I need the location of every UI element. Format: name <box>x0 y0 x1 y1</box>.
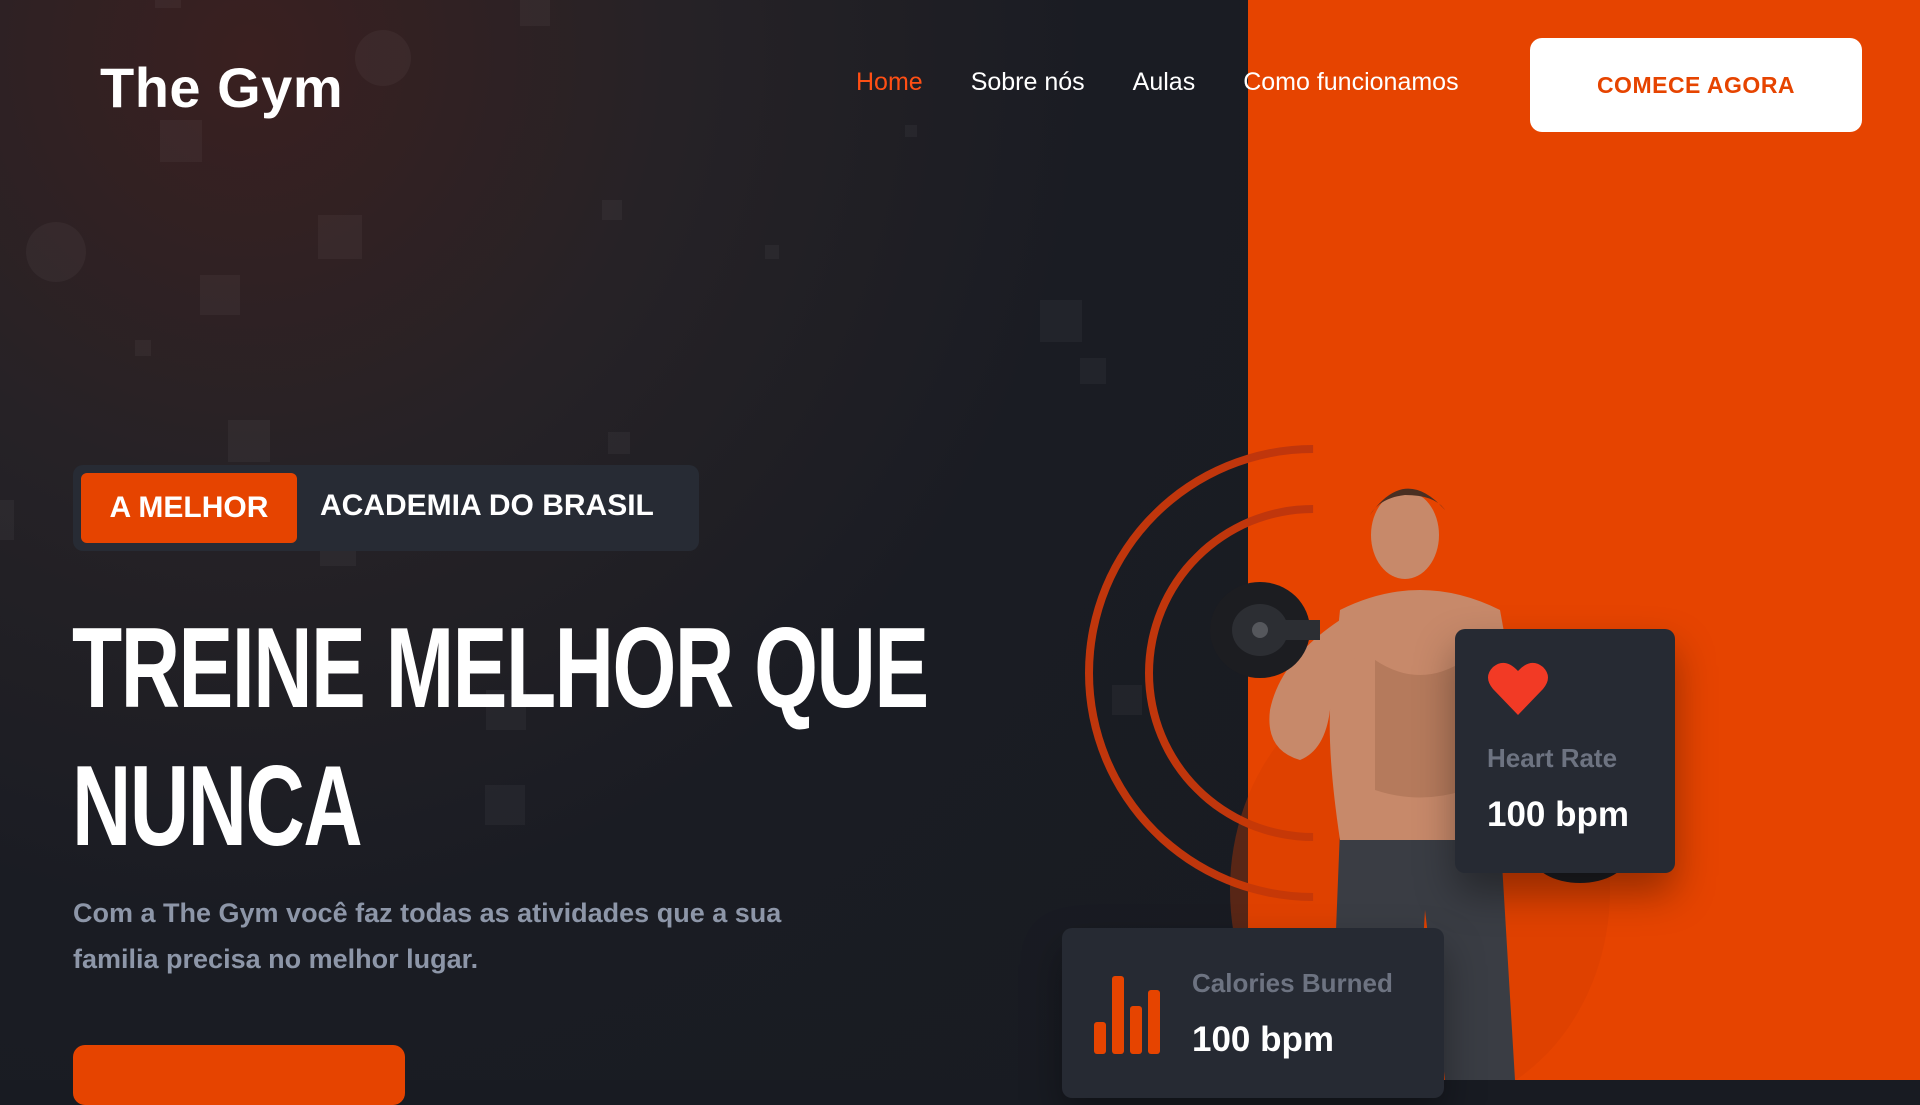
calories-card: Calories Burned 100 bpm <box>1062 928 1444 1098</box>
tagline-badge: A MELHOR <box>81 473 297 543</box>
top-navigation: The Gym Home Sobre nós Aulas Como funcio… <box>0 0 1920 170</box>
calories-label: Calories Burned <box>1192 968 1393 998</box>
nav-link-home[interactable]: Home <box>856 68 923 97</box>
nav-link-como-funcionamos[interactable]: Como funcionamos <box>1243 68 1458 97</box>
hero-tagline: A MELHOR ACADEMIA DO BRASIL <box>73 465 699 551</box>
hero-cta-button[interactable] <box>73 1045 405 1105</box>
heart-rate-card: Heart Rate 100 bpm <box>1455 629 1675 873</box>
heart-rate-label: Heart Rate <box>1487 743 1618 773</box>
nav-links: Home Sobre nós Aulas Como funcionamos <box>856 68 1459 97</box>
nav-link-sobre-nos[interactable]: Sobre nós <box>971 68 1085 97</box>
headline-line-2: NUNCA <box>72 743 363 870</box>
headline-line-1: TREINE MELHOR QUE <box>72 605 929 732</box>
calories-value: 100 bpm <box>1192 1020 1334 1059</box>
comece-agora-button[interactable]: COMECE AGORA <box>1530 38 1862 132</box>
brand-logo[interactable]: The Gym <box>100 55 343 120</box>
nav-link-aulas[interactable]: Aulas <box>1133 68 1196 97</box>
tagline-text: ACADEMIA DO BRASIL <box>320 489 654 522</box>
hero-subtitle: Com a The Gym você faz todas as atividad… <box>73 898 782 974</box>
bar-chart-icon <box>1094 976 1160 1054</box>
heart-icon <box>1488 662 1548 715</box>
heart-rate-value: 100 bpm <box>1487 795 1629 834</box>
hero-headline: TREINE MELHOR QUE NUNCA <box>72 600 929 876</box>
